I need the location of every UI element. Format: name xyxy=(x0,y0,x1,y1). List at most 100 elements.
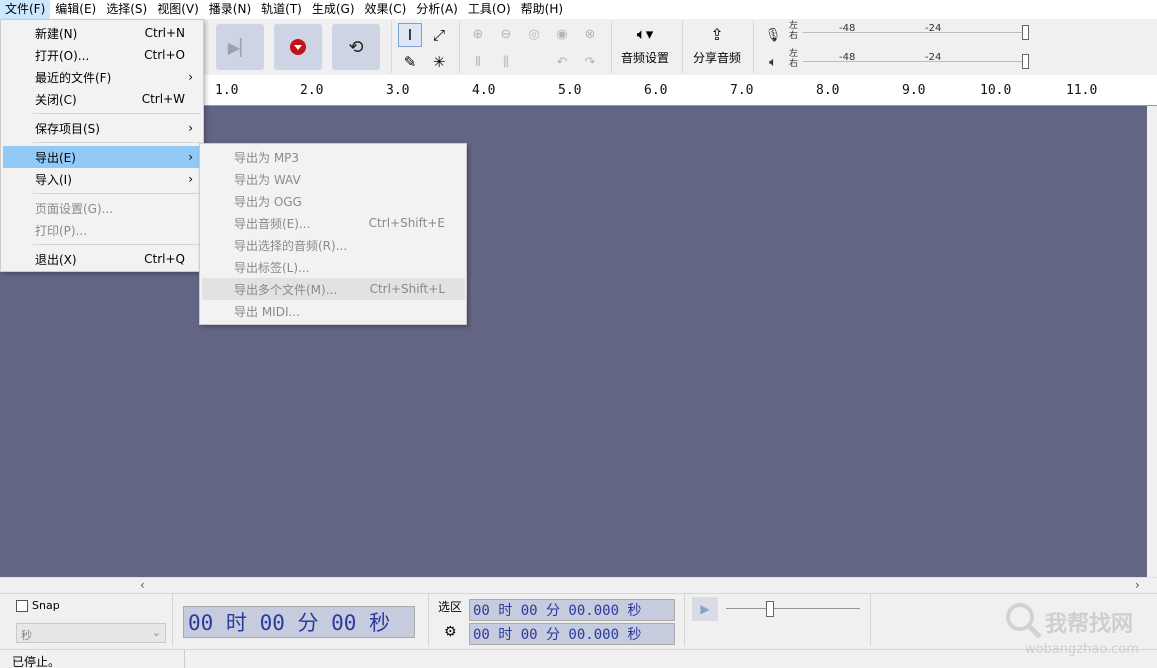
menu-item-save-project[interactable]: 保存项目(S) › xyxy=(3,117,201,139)
silence-icon: ⫼ xyxy=(503,54,509,70)
watermark-brand: 我帮找网 xyxy=(1045,612,1134,637)
microphone-icon: 🎙︎ xyxy=(764,27,782,43)
menu-item-recent-files[interactable]: 最近的文件(F) › xyxy=(3,66,201,88)
menu-item-close[interactable]: 关闭(C) Ctrl+W xyxy=(3,88,201,110)
scroll-left-icon[interactable]: ‹ xyxy=(140,578,145,592)
selection-tool-button[interactable]: I xyxy=(398,23,422,47)
record-meter[interactable]: -48 -24 xyxy=(803,23,1031,43)
ruler-tick: 10.0 xyxy=(980,83,1012,98)
menu-item-export[interactable]: 导出(E) › xyxy=(3,146,201,168)
menu-select[interactable]: 选择(S) xyxy=(101,0,152,19)
selection-label: 选区 xyxy=(438,600,463,614)
menu-analyze[interactable]: 分析(A) xyxy=(411,0,463,19)
chevron-right-icon: › xyxy=(188,121,193,135)
submenu-item-export-labels: 导出标签(L)... xyxy=(202,256,465,278)
menu-item-label: 页面设置(G)... xyxy=(35,201,114,216)
menu-item-label: 导出为 WAV xyxy=(234,172,301,187)
horizontal-scrollbar[interactable]: ‹ › xyxy=(0,577,1157,593)
time-display[interactable]: 00 时 00 分 00 秒 xyxy=(183,606,415,638)
toolbar-separator xyxy=(682,21,683,73)
gear-icon[interactable]: ⚙ xyxy=(444,624,457,640)
ruler-tick: 11.0 xyxy=(1066,83,1098,98)
menu-item-label: 导出 MIDI... xyxy=(234,304,300,319)
file-menu-dropdown: 新建(N) Ctrl+N 打开(O)... Ctrl+O 最近的文件(F) › … xyxy=(0,19,204,272)
toolbar-separator xyxy=(459,21,460,73)
menu-transport[interactable]: 播录(N) xyxy=(204,0,256,19)
menu-item-label: 关闭(C) xyxy=(35,92,77,107)
zoom-in-button[interactable]: ⊕ xyxy=(466,22,490,46)
menu-file[interactable]: 文件(F) xyxy=(0,0,51,19)
ruler-tick: 6.0 xyxy=(644,83,668,98)
meter-tick: -24 xyxy=(925,23,942,34)
menu-item-import[interactable]: 导入(I) › xyxy=(3,168,201,190)
meter-slider[interactable] xyxy=(1022,54,1029,69)
scroll-right-icon[interactable]: › xyxy=(1135,578,1140,592)
silence-button[interactable]: ⫼ xyxy=(494,50,518,74)
play-speed-thumb[interactable] xyxy=(766,601,774,617)
menu-item-label: 导出多个文件(M)... xyxy=(234,282,338,297)
multi-tool-button[interactable]: ✳ xyxy=(427,50,451,74)
snap-toggle[interactable]: Snap xyxy=(16,599,60,612)
submenu-item-export-selected: 导出选择的音频(R)... xyxy=(202,234,465,256)
menu-separator xyxy=(33,244,201,245)
fit-selection-button[interactable]: ◎ xyxy=(522,22,546,46)
zoom-toggle-icon: ⊗ xyxy=(584,26,596,42)
skip-end-button[interactable]: ▶▏ xyxy=(216,24,264,70)
play-meter-button[interactable]: 🔈︎ xyxy=(761,50,785,74)
trim-button[interactable]: ⫴ xyxy=(466,50,490,74)
menu-generate[interactable]: 生成(G) xyxy=(307,0,360,19)
menu-item-label: 导入(I) xyxy=(35,172,72,187)
menu-separator xyxy=(33,193,201,194)
i-beam-icon: I xyxy=(407,26,413,44)
zoom-out-button[interactable]: ⊖ xyxy=(494,22,518,46)
audio-setup-label: 音频设置 xyxy=(620,51,669,65)
meter-track xyxy=(803,61,1028,62)
menu-item-open[interactable]: 打开(O)... Ctrl+O xyxy=(3,44,201,66)
draw-tool-button[interactable]: ✎ xyxy=(398,50,422,74)
toolbar-separator xyxy=(172,594,173,646)
snap-unit-select[interactable]: 秒 ⌄ xyxy=(16,623,166,643)
play-at-speed-button[interactable]: ▶ xyxy=(692,597,718,621)
fit-project-button[interactable]: ◉ xyxy=(550,22,574,46)
menu-effect[interactable]: 效果(C) xyxy=(360,0,412,19)
time-display-value: 00 时 00 分 00 秒 xyxy=(188,611,391,635)
menu-item-shortcut: Ctrl+Shift+E xyxy=(368,216,445,230)
menu-edit[interactable]: 编辑(E) xyxy=(50,0,101,19)
record-meter-button[interactable]: 🎙︎ xyxy=(761,23,785,47)
menu-help[interactable]: 帮助(H) xyxy=(516,0,568,19)
playback-meter[interactable]: -48 -24 xyxy=(803,52,1031,72)
redo-button[interactable]: ↷ xyxy=(578,50,602,74)
menu-item-new[interactable]: 新建(N) Ctrl+N xyxy=(3,22,201,44)
menu-view[interactable]: 视图(V) xyxy=(152,0,204,19)
loop-icon: ⟲ xyxy=(348,36,364,58)
selection-start-field[interactable]: 00 时 00 分 00.000 秒 xyxy=(469,599,675,621)
toolbar-separator xyxy=(428,594,429,646)
menu-item-label: 导出音频(E)... xyxy=(234,216,311,231)
meter-slider[interactable] xyxy=(1022,25,1029,40)
menu-separator xyxy=(33,142,201,143)
menu-item-shortcut: Ctrl+Q xyxy=(144,252,185,266)
menu-item-exit[interactable]: 退出(X) Ctrl+Q xyxy=(3,248,201,270)
zoom-selection-icon: ◎ xyxy=(528,26,540,42)
vertical-scrollbar[interactable] xyxy=(1147,106,1157,577)
menu-item-label: 导出(E) xyxy=(35,150,76,165)
share-audio-button[interactable]: ⇪ 分享音频 xyxy=(689,25,745,66)
ruler-tick: 8.0 xyxy=(816,83,840,98)
submenu-item-export-audio: 导出音频(E)... Ctrl+Shift+E xyxy=(202,212,465,234)
menu-tools[interactable]: 工具(O) xyxy=(463,0,516,19)
toolbar-separator xyxy=(684,594,685,646)
play-speed-slider[interactable] xyxy=(726,608,860,609)
snap-unit-value: 秒 xyxy=(21,629,32,642)
loop-button[interactable]: ⟲ xyxy=(332,24,380,70)
record-button[interactable] xyxy=(274,24,322,70)
menu-tracks[interactable]: 轨道(T) xyxy=(256,0,307,19)
selection-end-field[interactable]: 00 时 00 分 00.000 秒 xyxy=(469,623,675,645)
envelope-tool-button[interactable]: ⤢ xyxy=(427,23,451,47)
audio-setup-button[interactable]: 🔈︎▾ 音频设置 xyxy=(617,25,673,66)
undo-button[interactable]: ↶ xyxy=(550,50,574,74)
snap-checkbox[interactable] xyxy=(16,599,28,612)
pencil-icon: ✎ xyxy=(403,53,417,71)
ruler-tick: 1.0 xyxy=(215,83,239,98)
zoom-toggle-button[interactable]: ⊗ xyxy=(578,22,602,46)
ruler-tick: 9.0 xyxy=(902,83,926,98)
